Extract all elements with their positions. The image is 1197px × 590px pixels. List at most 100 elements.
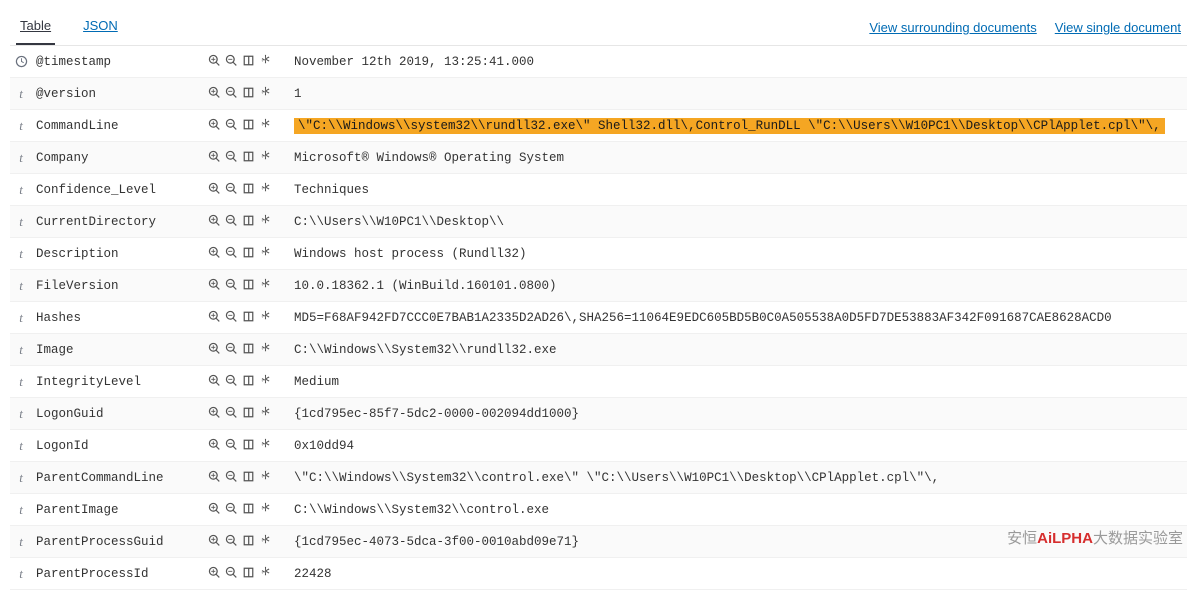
zoom-in-icon[interactable] [206, 436, 223, 453]
zoom-out-icon[interactable] [223, 404, 240, 421]
asterisk-icon[interactable] [257, 308, 274, 325]
asterisk-icon[interactable] [257, 116, 274, 133]
zoom-out-icon[interactable] [223, 244, 240, 261]
field-name: Image [32, 334, 202, 366]
asterisk-icon[interactable] [257, 276, 274, 293]
field-type-icon: t [10, 174, 32, 206]
field-value: November 12th 2019, 13:25:41.000 [290, 46, 1187, 78]
zoom-out-icon[interactable] [223, 212, 240, 229]
zoom-out-icon[interactable] [223, 276, 240, 293]
zoom-in-icon[interactable] [206, 372, 223, 389]
asterisk-icon[interactable] [257, 84, 274, 101]
tab-table[interactable]: Table [16, 10, 55, 45]
columns-icon[interactable] [240, 564, 257, 581]
columns-icon[interactable] [240, 244, 257, 261]
columns-icon[interactable] [240, 212, 257, 229]
columns-icon[interactable] [240, 404, 257, 421]
columns-icon[interactable] [240, 148, 257, 165]
table-row: tLogonGuid{1cd795ec-85f7-5dc2-0000-00209… [10, 398, 1187, 430]
asterisk-icon[interactable] [257, 180, 274, 197]
zoom-in-icon[interactable] [206, 308, 223, 325]
doc-tabs: Table JSON [16, 10, 122, 45]
asterisk-icon[interactable] [257, 148, 274, 165]
asterisk-icon[interactable] [257, 532, 274, 549]
zoom-out-icon[interactable] [223, 180, 240, 197]
columns-icon[interactable] [240, 84, 257, 101]
zoom-in-icon[interactable] [206, 84, 223, 101]
columns-icon[interactable] [240, 180, 257, 197]
zoom-in-icon[interactable] [206, 212, 223, 229]
asterisk-icon[interactable] [257, 244, 274, 261]
zoom-out-icon[interactable] [223, 468, 240, 485]
field-type-icon: t [10, 430, 32, 462]
zoom-in-icon[interactable] [206, 276, 223, 293]
view-surrounding-link[interactable]: View surrounding documents [869, 20, 1036, 35]
clock-icon [14, 55, 28, 68]
field-actions [202, 334, 290, 366]
zoom-in-icon[interactable] [206, 116, 223, 133]
zoom-in-icon[interactable] [206, 180, 223, 197]
field-actions [202, 366, 290, 398]
zoom-in-icon[interactable] [206, 532, 223, 549]
field-value: 0x10dd94 [290, 430, 1187, 462]
columns-icon[interactable] [240, 340, 257, 357]
zoom-in-icon[interactable] [206, 244, 223, 261]
zoom-out-icon[interactable] [223, 436, 240, 453]
zoom-out-icon[interactable] [223, 84, 240, 101]
field-actions [202, 302, 290, 334]
zoom-in-icon[interactable] [206, 148, 223, 165]
columns-icon[interactable] [240, 276, 257, 293]
asterisk-icon[interactable] [257, 436, 274, 453]
zoom-out-icon[interactable] [223, 116, 240, 133]
view-single-link[interactable]: View single document [1055, 20, 1181, 35]
table-row: t@version1 [10, 78, 1187, 110]
zoom-out-icon[interactable] [223, 564, 240, 581]
columns-icon[interactable] [240, 372, 257, 389]
field-name: ParentProcessGuid [32, 526, 202, 558]
asterisk-icon[interactable] [257, 340, 274, 357]
table-row: tImageC:\\Windows\\System32\\rundll32.ex… [10, 334, 1187, 366]
zoom-out-icon[interactable] [223, 52, 240, 69]
text-type-icon: t [14, 406, 28, 422]
zoom-in-icon[interactable] [206, 340, 223, 357]
asterisk-icon[interactable] [257, 212, 274, 229]
field-actions [202, 462, 290, 494]
field-actions [202, 526, 290, 558]
asterisk-icon[interactable] [257, 468, 274, 485]
zoom-out-icon[interactable] [223, 372, 240, 389]
field-value: \"C:\\Windows\\System32\\control.exe\" \… [290, 462, 1187, 494]
columns-icon[interactable] [240, 52, 257, 69]
field-value: 22428 [290, 558, 1187, 590]
zoom-in-icon[interactable] [206, 564, 223, 581]
asterisk-icon[interactable] [257, 500, 274, 517]
field-value: C:\\Windows\\System32\\rundll32.exe [290, 334, 1187, 366]
zoom-in-icon[interactable] [206, 500, 223, 517]
zoom-out-icon[interactable] [223, 148, 240, 165]
doc-fields-table: @timestampNovember 12th 2019, 13:25:41.0… [10, 46, 1187, 590]
columns-icon[interactable] [240, 500, 257, 517]
zoom-out-icon[interactable] [223, 308, 240, 325]
zoom-in-icon[interactable] [206, 52, 223, 69]
tab-json[interactable]: JSON [79, 10, 122, 45]
columns-icon[interactable] [240, 116, 257, 133]
field-name: Description [32, 238, 202, 270]
field-actions [202, 558, 290, 590]
zoom-out-icon[interactable] [223, 340, 240, 357]
table-row: tLogonId 0x10dd94 [10, 430, 1187, 462]
field-name: LogonId [32, 430, 202, 462]
field-type-icon: t [10, 206, 32, 238]
columns-icon[interactable] [240, 308, 257, 325]
asterisk-icon[interactable] [257, 52, 274, 69]
zoom-in-icon[interactable] [206, 404, 223, 421]
columns-icon[interactable] [240, 436, 257, 453]
doc-fields-tbody: @timestampNovember 12th 2019, 13:25:41.0… [10, 46, 1187, 590]
asterisk-icon[interactable] [257, 564, 274, 581]
zoom-in-icon[interactable] [206, 468, 223, 485]
asterisk-icon[interactable] [257, 372, 274, 389]
columns-icon[interactable] [240, 468, 257, 485]
columns-icon[interactable] [240, 532, 257, 549]
field-value: Techniques [290, 174, 1187, 206]
zoom-out-icon[interactable] [223, 500, 240, 517]
asterisk-icon[interactable] [257, 404, 274, 421]
zoom-out-icon[interactable] [223, 532, 240, 549]
